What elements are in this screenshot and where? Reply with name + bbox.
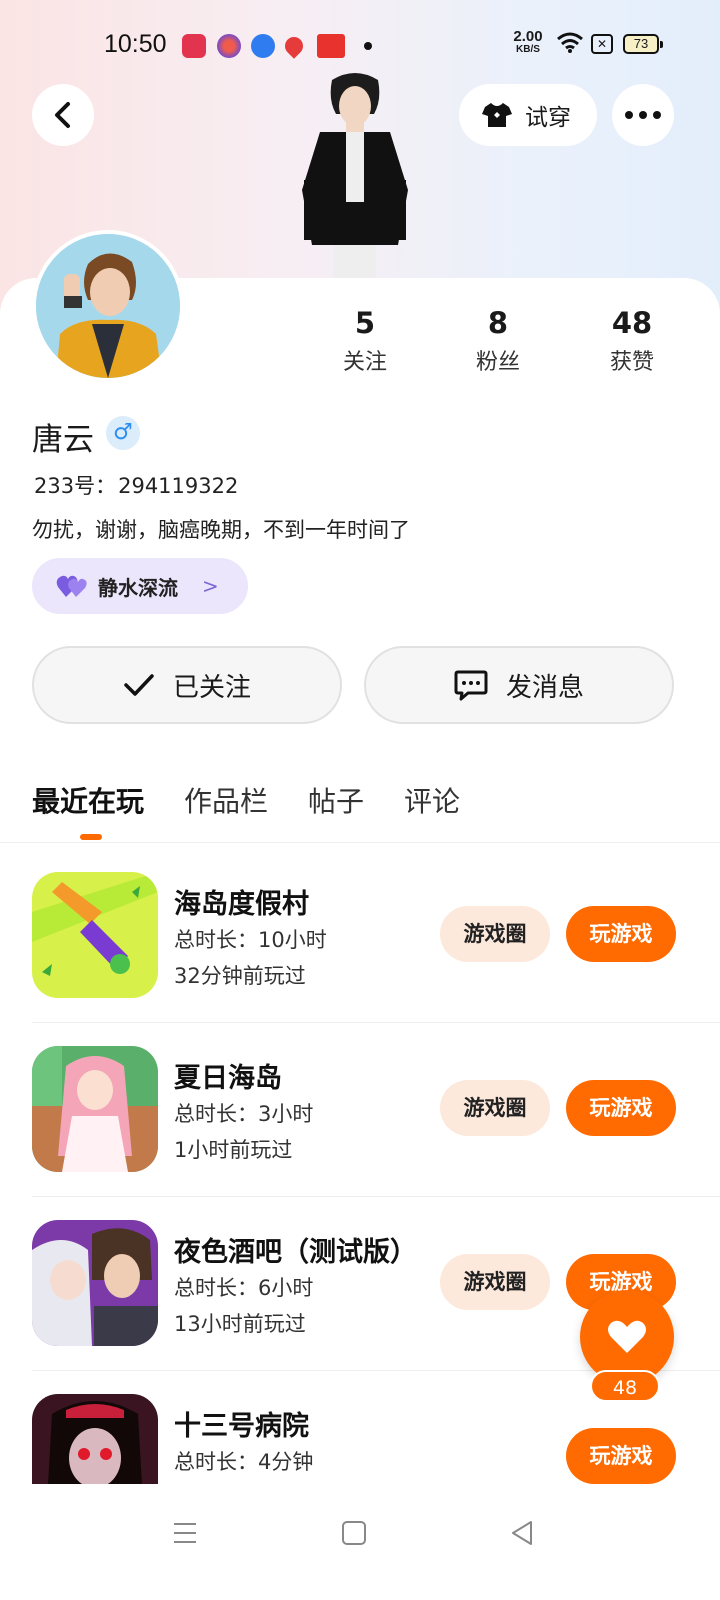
list-item[interactable]: 夏日海岛 总时长：3小时 1小时前玩过 游戏圈 玩游戏	[0, 1016, 720, 1190]
couple-game-icon[interactable]	[32, 1220, 158, 1346]
game-duration: 总时长：6小时	[174, 1276, 314, 1300]
heart-icon	[608, 1320, 646, 1353]
knife-game-icon[interactable]	[32, 872, 158, 998]
profile-tabs: 最近在玩 作品栏 帖子 评论	[32, 780, 460, 820]
tshirt-icon	[482, 103, 512, 127]
active-tab-indicator	[80, 834, 102, 840]
game-name: 十三号病院	[174, 1411, 309, 1442]
tab-comments[interactable]: 评论	[404, 780, 460, 820]
chat-bubble-icon	[454, 670, 488, 701]
try-on-label: 试穿	[525, 105, 571, 131]
game-name: 夏日海岛	[174, 1063, 282, 1094]
stat-likes[interactable]: 48 获赞	[587, 306, 677, 376]
circle-tag-label: 静水深流	[98, 575, 178, 600]
battery-indicator: 73	[623, 34, 663, 54]
game-name: 夜色酒吧（测试版）	[174, 1237, 417, 1268]
profile-bio: 勿扰，谢谢，脑癌晚期，不到一年时间了	[32, 518, 410, 542]
game-circle-button[interactable]: 游戏圈	[440, 1254, 550, 1310]
play-game-button[interactable]: 玩游戏	[566, 906, 676, 962]
horror-game-icon[interactable]	[32, 1394, 158, 1484]
back-button[interactable]	[32, 84, 94, 146]
home-icon[interactable]	[341, 1520, 367, 1546]
chevron-left-icon	[55, 102, 70, 128]
followed-label: 已关注	[172, 672, 251, 703]
game-last-played: 1小时前玩过	[174, 1138, 293, 1162]
game-circle-button[interactable]: 游戏圈	[440, 1080, 550, 1136]
game-circle-button[interactable]: 游戏圈	[440, 906, 550, 962]
status-time: 10:50	[104, 30, 167, 58]
baidu-notification-icon	[251, 34, 275, 58]
menu-icon[interactable]	[172, 1520, 198, 1546]
play-game-button[interactable]: 玩游戏	[566, 1080, 676, 1136]
circle-tag-button[interactable]: 静水深流 >	[32, 558, 248, 614]
avatar[interactable]	[32, 230, 184, 382]
game-duration: 总时长：10小时	[174, 928, 327, 952]
check-icon	[124, 674, 154, 696]
more-dots-icon	[625, 111, 661, 119]
tab-recently-played[interactable]: 最近在玩	[32, 780, 144, 820]
more-options-button[interactable]	[612, 84, 674, 146]
male-gender-icon: ♂	[106, 416, 140, 450]
like-count-badge: 48	[590, 1370, 660, 1402]
network-speed: 2.00 KB/S	[513, 28, 543, 55]
user-id: 233号：294119322	[34, 474, 239, 498]
tab-posts[interactable]: 帖子	[308, 780, 364, 820]
wifi-icon	[557, 32, 583, 53]
chevron-right-icon: >	[202, 574, 219, 598]
play-game-button[interactable]: 玩游戏	[566, 1428, 676, 1484]
stat-following[interactable]: 5 关注	[320, 306, 410, 376]
toutiao-notification-icon	[317, 34, 345, 58]
anime-girl-game-icon[interactable]	[32, 1046, 158, 1172]
double-heart-icon	[56, 575, 87, 597]
more-notifications-dot-icon	[364, 42, 372, 50]
profile-name: 唐云	[32, 422, 94, 458]
back-triangle-icon[interactable]	[509, 1520, 535, 1546]
status-bar: 10:50 2.00 KB/S ✕ 73	[0, 22, 720, 68]
video-app-notification-icon	[182, 34, 206, 58]
stat-followers[interactable]: 8 粉丝	[453, 306, 543, 376]
game-duration: 总时长：4分钟	[174, 1450, 314, 1474]
followed-button[interactable]: 已关注	[32, 646, 342, 724]
system-navigation-bar	[0, 1484, 720, 1600]
try-on-button[interactable]: 试穿	[459, 84, 597, 146]
send-message-button[interactable]: 发消息	[364, 646, 674, 724]
tab-works[interactable]: 作品栏	[184, 780, 268, 820]
game-last-played: 32分钟前玩过	[174, 964, 306, 988]
game-name: 海岛度假村	[174, 889, 309, 920]
no-sim-icon: ✕	[591, 34, 613, 54]
game-last-played: 13小时前玩过	[174, 1312, 306, 1336]
character-3d-figure	[290, 70, 420, 280]
send-message-label: 发消息	[505, 672, 584, 703]
app-notification-icon	[217, 34, 241, 58]
map-pin-notification-icon	[281, 33, 307, 59]
game-duration: 总时长：3小时	[174, 1102, 314, 1126]
list-item[interactable]: 海岛度假村 总时长：10小时 32分钟前玩过 游戏圈 玩游戏	[0, 842, 720, 1016]
